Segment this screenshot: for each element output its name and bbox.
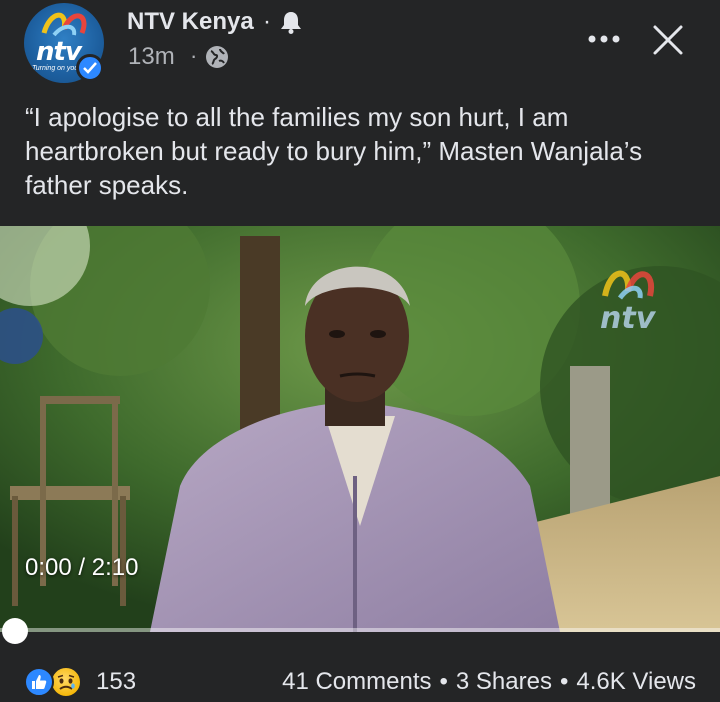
- sad-icon: [50, 666, 82, 698]
- post-caption: “I apologise to all the families my son …: [25, 102, 643, 200]
- comments-count[interactable]: 41 Comments: [282, 668, 431, 695]
- time-separator: ·: [190, 43, 198, 68]
- reaction-count[interactable]: 153: [96, 668, 136, 696]
- like-icon: [24, 667, 54, 697]
- globe-icon: [205, 45, 229, 74]
- bell-icon[interactable]: [280, 10, 302, 39]
- avatar-logo-text: ntv: [36, 37, 82, 67]
- post-header: ntv Turning on you NTV Kenya · 13m ·: [0, 0, 720, 90]
- views-count: 4.6K Views: [576, 668, 696, 695]
- engagement-stats: 41 Comments • 3 Shares • 4.6K Views: [282, 668, 696, 696]
- stats-separator: •: [559, 668, 569, 695]
- more-options-icon[interactable]: [584, 24, 626, 54]
- video-progress-bar[interactable]: [0, 628, 720, 632]
- watermark-text: ntv: [600, 301, 657, 336]
- close-icon[interactable]: [650, 22, 686, 58]
- ntv-watermark-icon: ntv: [590, 256, 700, 336]
- video-scrubber-handle[interactable]: [2, 618, 28, 644]
- page-name[interactable]: NTV Kenya: [127, 8, 254, 36]
- shares-count[interactable]: 3 Shares: [456, 668, 552, 695]
- verified-badge-icon: [76, 54, 104, 82]
- post-timestamp[interactable]: 13m: [128, 43, 175, 71]
- video-timecode: 0:00 / 2:10: [25, 554, 139, 581]
- video-player[interactable]: ntv 0:00 / 2:10: [0, 226, 720, 632]
- name-separator: ·: [263, 8, 271, 35]
- avatar-tagline: Turning on you: [32, 65, 79, 72]
- engagement-bar: 153 41 Comments • 3 Shares • 4.6K Views: [0, 650, 720, 702]
- stats-separator: •: [439, 668, 448, 695]
